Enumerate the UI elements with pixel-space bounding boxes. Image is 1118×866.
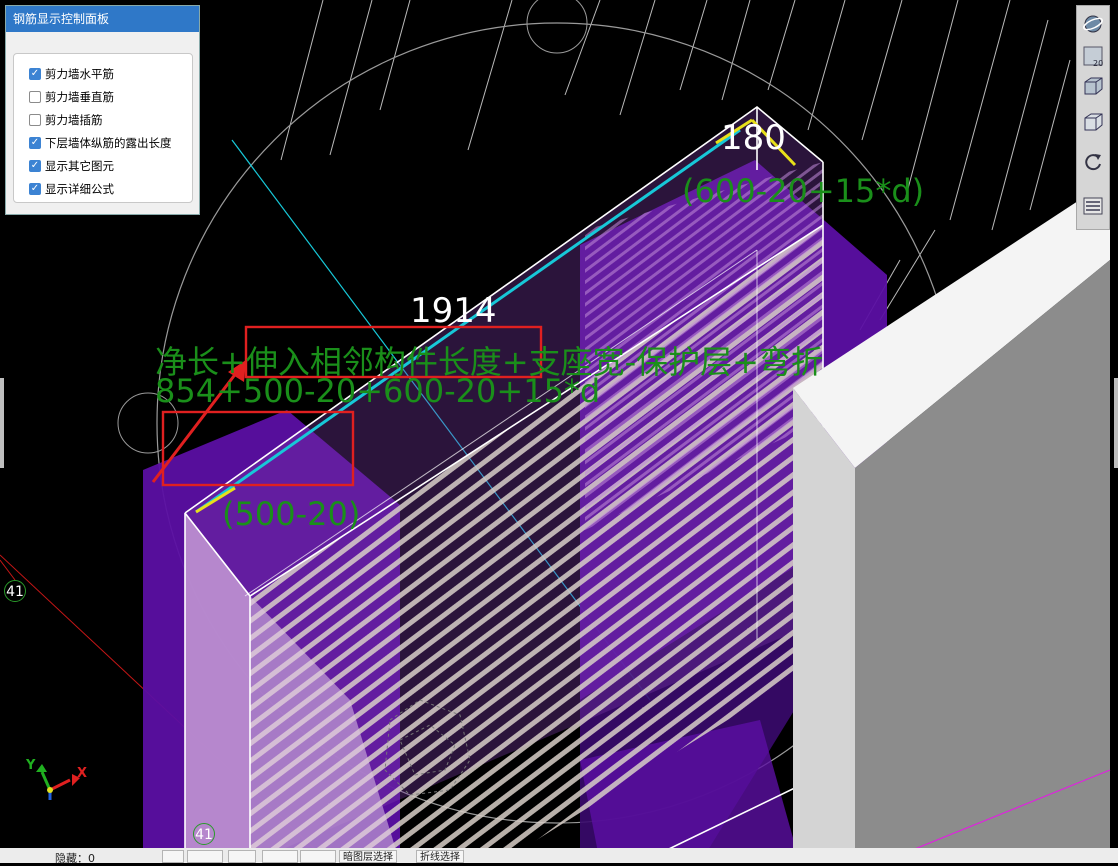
plus-dropdown-button[interactable]	[300, 850, 336, 863]
block-side	[793, 388, 855, 863]
hidden-count: 隐藏：0	[55, 852, 95, 865]
left-edge-tab[interactable]	[0, 378, 4, 468]
axis-badge-left[interactable]: 41	[4, 580, 26, 602]
check-icon[interactable]: ✓	[29, 67, 41, 80]
axis-gizmo	[36, 764, 80, 800]
checkbox-group: ✓ 剪力墙水平筋 剪力墙垂直筋 剪力墙插筋 ✓ 下层墙体纵筋的露出长度 ✓ 显示…	[13, 53, 193, 203]
dark-layer-select-button[interactable]: 暗图层选择	[339, 850, 397, 863]
top-view-icon[interactable]	[1081, 44, 1105, 68]
axis-badge-bottom[interactable]: 41	[193, 823, 215, 845]
checkbox-wall-vertical[interactable]: 剪力墙垂直筋	[14, 85, 192, 108]
iso-box-icon[interactable]	[1081, 74, 1105, 98]
check-icon[interactable]: ✓	[29, 159, 41, 172]
checkbox-label: 显示其它图元	[45, 158, 114, 173]
checkbox-wall-horizontal[interactable]: ✓ 剪力墙水平筋	[14, 62, 192, 85]
orbit-handle-top[interactable]	[526, 0, 588, 54]
right-edge-tab[interactable]	[1114, 378, 1118, 468]
checkbox-label: 剪力墙垂直筋	[45, 89, 114, 104]
checkbox-label: 剪力墙水平筋	[45, 66, 114, 81]
layer-panel-icon[interactable]	[1081, 194, 1105, 218]
check-icon[interactable]: ✓	[29, 182, 41, 195]
panel-title[interactable]: 钢筋显示控制面板	[6, 6, 199, 32]
cross-select-button[interactable]	[228, 850, 256, 863]
status-bar: 隐藏：0 暗图层选择 折线选择	[0, 848, 1118, 865]
checkbox-label: 显示详细公式	[45, 181, 114, 196]
polyline-select-button[interactable]: 折线选择	[416, 850, 464, 863]
checkbox-box[interactable]	[29, 113, 41, 126]
checkbox-label: 剪力墙插筋	[45, 112, 103, 127]
check-icon[interactable]: ✓	[29, 136, 41, 149]
select-mode-button[interactable]	[162, 850, 184, 863]
checkbox-wall-dowel[interactable]: 剪力墙插筋	[14, 108, 192, 131]
checkbox-exposed-length[interactable]: ✓ 下层墙体纵筋的露出长度	[14, 131, 192, 154]
view-toolbar: 20	[1076, 5, 1110, 230]
rotate-icon[interactable]	[1081, 150, 1105, 174]
checkbox-label: 下层墙体纵筋的露出长度	[45, 135, 172, 150]
orbit-handle-left[interactable]	[117, 392, 179, 454]
checkbox-box[interactable]	[29, 90, 41, 103]
checkbox-show-formula[interactable]: ✓ 显示详细公式	[14, 177, 192, 200]
checkbox-show-other[interactable]: ✓ 显示其它图元	[14, 154, 192, 177]
box-icon[interactable]	[1081, 110, 1105, 134]
orbit-icon[interactable]	[1081, 12, 1105, 36]
select-dropdown-button[interactable]	[187, 850, 223, 863]
angle-dropdown-button[interactable]	[262, 850, 298, 863]
rebar-display-panel: 钢筋显示控制面板 ✓ 剪力墙水平筋 剪力墙垂直筋 剪力墙插筋 ✓ 下层墙体纵筋的…	[5, 5, 200, 215]
